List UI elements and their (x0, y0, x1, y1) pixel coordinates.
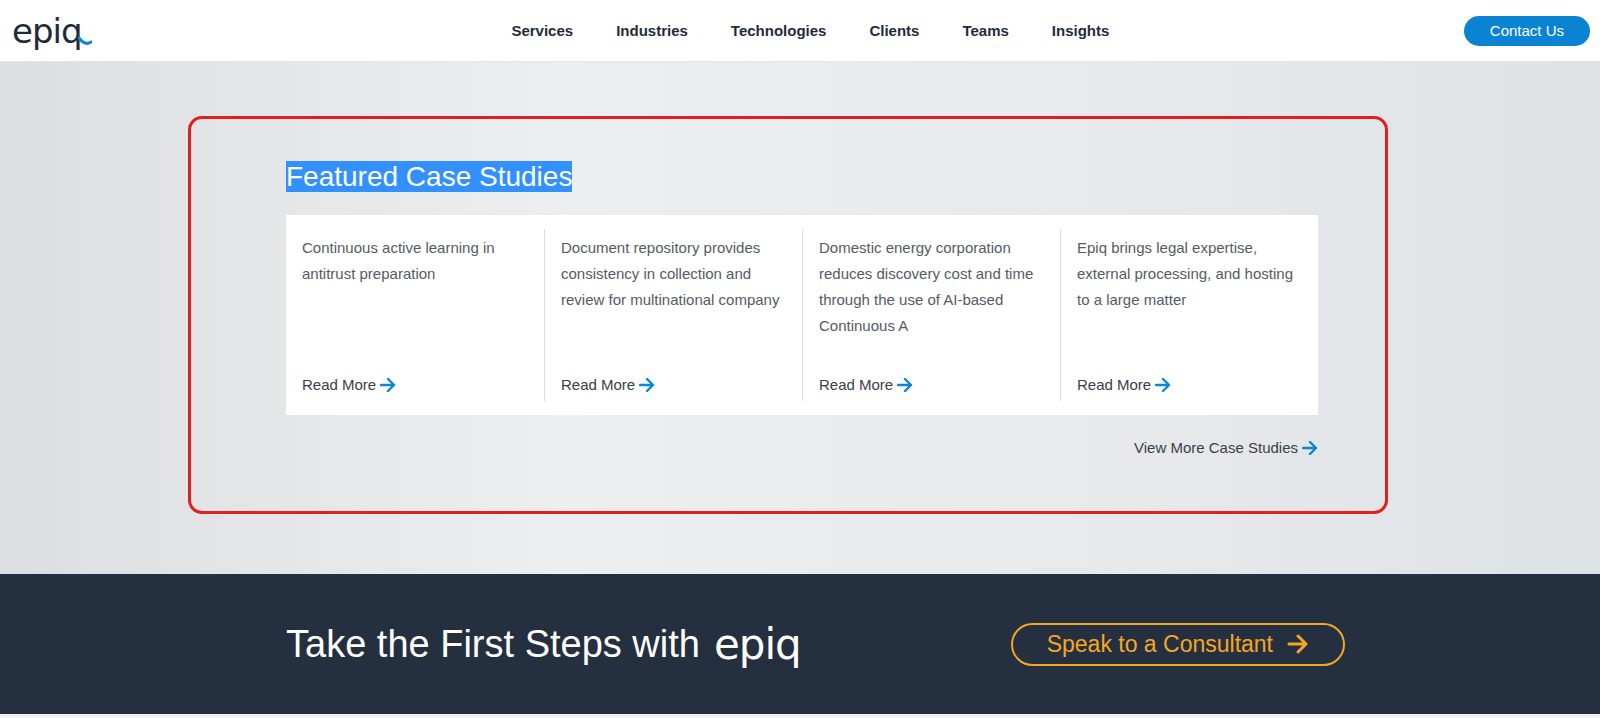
consultant-button[interactable]: Speak to a Consultant (1011, 623, 1345, 666)
arrow-right-icon (897, 378, 913, 392)
hero-photo: Featured Case Studies Continuous active l… (0, 62, 1600, 574)
arrow-right-icon (1302, 441, 1318, 455)
nav-item[interactable]: Insights (1052, 22, 1110, 39)
nav-item[interactable]: Services (511, 22, 573, 39)
epiq-logo: epiq (714, 620, 801, 669)
read-more-link[interactable]: Read More (819, 376, 1044, 393)
read-more-link[interactable]: Read More (561, 376, 786, 393)
cta-band: Take the First Steps with epiq Speak to a … (0, 574, 1600, 714)
case-summary: Domestic energy corporation reduces disc… (819, 235, 1044, 339)
case-summary: Continuous active learning in antitrust … (302, 235, 528, 287)
read-more-link[interactable]: Read More (1077, 376, 1302, 393)
view-more-link[interactable]: View More Case Studies (1134, 439, 1318, 456)
swoosh-icon (78, 36, 92, 46)
nav-item[interactable]: Teams (962, 22, 1008, 39)
nav-item[interactable]: Clients (869, 22, 919, 39)
case-card: Epiq brings legal expertise, external pr… (1060, 229, 1318, 401)
contact-button[interactable]: Contact Us (1464, 16, 1590, 46)
case-card: Document repository provides consistency… (544, 229, 802, 401)
footer-edge (0, 714, 1600, 718)
case-list: Continuous active learning in antitrust … (286, 215, 1318, 415)
site-header: epiq Services Industries Technologies Client… (0, 0, 1600, 62)
epiq-logo[interactable]: epiq (12, 14, 252, 48)
nav-item[interactable]: Industries (616, 22, 688, 39)
nav-item[interactable]: Technologies (731, 22, 827, 39)
section-title: Featured Case Studies (286, 160, 1318, 194)
featured-case-studies: Featured Case Studies Continuous active l… (188, 116, 1388, 514)
arrow-right-icon (1287, 634, 1309, 654)
main-nav: Services Industries Technologies Clients Tea… (252, 22, 1464, 39)
read-more-link[interactable]: Read More (302, 376, 528, 393)
case-card: Domestic energy corporation reduces disc… (802, 229, 1060, 401)
arrow-right-icon (639, 378, 655, 392)
cta-heading: Take the First Steps with (286, 623, 700, 666)
arrow-right-icon (380, 378, 396, 392)
case-summary: Epiq brings legal expertise, external pr… (1077, 235, 1302, 313)
case-summary: Document repository provides consistency… (561, 235, 786, 313)
case-card: Continuous active learning in antitrust … (286, 229, 544, 401)
arrow-right-icon (1155, 378, 1171, 392)
page: epiq Services Industries Technologies Client… (0, 0, 1600, 718)
